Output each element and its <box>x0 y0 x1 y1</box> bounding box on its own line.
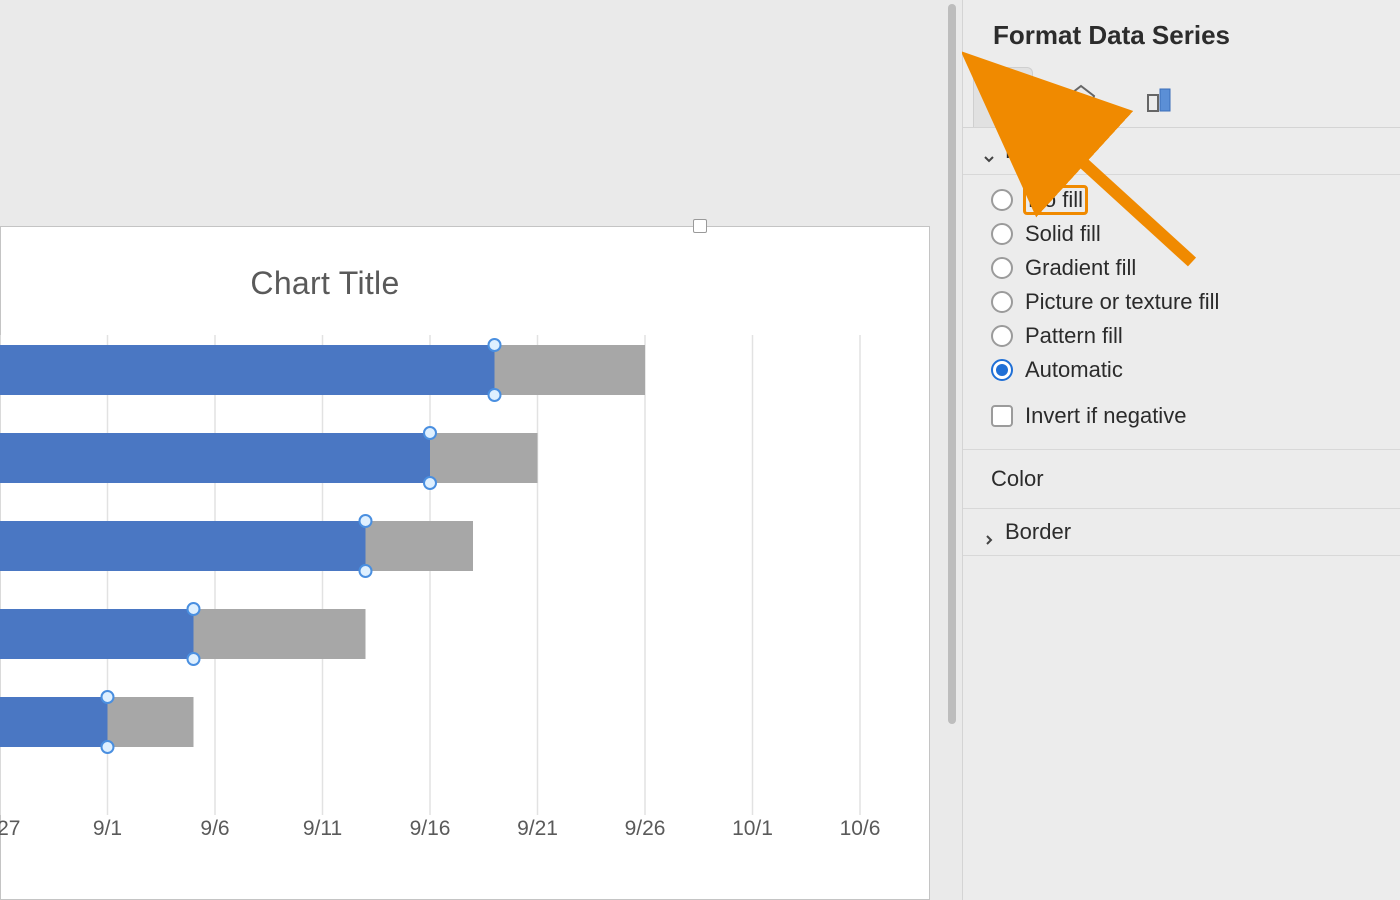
x-tick-label: 10/1 <box>732 817 773 840</box>
chevron-down-icon <box>983 145 995 157</box>
selection-handle[interactable] <box>102 741 114 753</box>
color-row[interactable]: Color <box>963 450 1400 509</box>
section-header-fill[interactable]: Fill <box>963 128 1400 175</box>
selection-handle[interactable] <box>188 603 200 615</box>
tab-fill-and-line[interactable] <box>973 67 1033 127</box>
tab-series-options[interactable] <box>1129 67 1189 127</box>
fill-option-gradient-fill[interactable]: Gradient fill <box>963 251 1400 285</box>
bar-series1[interactable] <box>0 345 495 395</box>
radio-icon <box>991 359 1013 381</box>
vertical-scrollbar-track[interactable] <box>940 0 962 900</box>
x-tick-label: 8/27 <box>0 817 20 840</box>
section-label-fill: Fill <box>1005 138 1033 164</box>
selection-handle[interactable] <box>360 565 372 577</box>
section-label-border: Border <box>1005 519 1071 545</box>
selection-handle[interactable] <box>360 515 372 527</box>
chart-resize-handle-top[interactable] <box>693 219 707 233</box>
fill-option-no-fill[interactable]: No fill <box>963 183 1400 217</box>
fill-option-label: Picture or texture fill <box>1025 289 1219 315</box>
panel-title: Format Data Series <box>963 0 1400 67</box>
fill-option-solid-fill[interactable]: Solid fill <box>963 217 1400 251</box>
x-tick-label: 9/11 <box>303 817 342 840</box>
paint-bucket-icon <box>986 81 1020 115</box>
selection-handle[interactable] <box>424 477 436 489</box>
selection-handle[interactable] <box>424 427 436 439</box>
selection-handle[interactable] <box>188 653 200 665</box>
selection-handle[interactable] <box>489 389 501 401</box>
bar-series1[interactable] <box>0 609 194 659</box>
radio-icon <box>991 189 1013 211</box>
fill-option-label: Pattern fill <box>1025 323 1123 349</box>
fill-option-label: Gradient fill <box>1025 255 1136 281</box>
selection-handle[interactable] <box>489 339 501 351</box>
radio-icon <box>991 223 1013 245</box>
chart-title[interactable]: Chart Title <box>0 265 650 302</box>
x-tick-label: 9/21 <box>517 817 558 840</box>
panel-tab-strip <box>963 67 1400 127</box>
color-label: Color <box>991 466 1044 491</box>
x-tick-label: 10/6 <box>840 817 881 840</box>
bar-series2[interactable] <box>194 609 366 659</box>
chart-plot-area[interactable]: 8/27 9/1 9/6 9/11 9/16 9/21 9/26 10/1 10/6 <box>0 335 920 895</box>
chevron-right-icon <box>983 526 995 538</box>
format-data-series-panel: Format Data Series F <box>962 0 1400 900</box>
bar-series1[interactable] <box>0 521 366 571</box>
bar-series2[interactable] <box>495 345 646 395</box>
tab-effects[interactable] <box>1051 67 1111 127</box>
fill-option-label: Solid fill <box>1025 221 1101 247</box>
radio-icon <box>991 257 1013 279</box>
vertical-scrollbar-thumb[interactable] <box>948 4 956 724</box>
section-header-border[interactable]: Border <box>963 509 1400 556</box>
fill-option-picture-fill[interactable]: Picture or texture fill <box>963 285 1400 319</box>
fill-section-body: No fill Solid fill Gradient fill Picture… <box>963 175 1400 450</box>
x-tick-label: 9/6 <box>200 817 229 840</box>
selection-handle[interactable] <box>102 691 114 703</box>
bar-series2[interactable] <box>366 521 474 571</box>
bar-series1[interactable] <box>0 697 108 747</box>
bar-series2[interactable] <box>108 697 194 747</box>
pentagon-icon <box>1064 81 1098 115</box>
invert-if-negative-checkbox[interactable]: Invert if negative <box>963 399 1400 433</box>
fill-option-label: No fill <box>1025 187 1086 213</box>
x-tick-label: 9/1 <box>93 817 122 840</box>
radio-icon <box>991 325 1013 347</box>
fill-option-label: Automatic <box>1025 357 1123 383</box>
x-tick-label: 9/16 <box>410 817 451 840</box>
fill-option-pattern-fill[interactable]: Pattern fill <box>963 319 1400 353</box>
checkbox-icon <box>991 405 1013 427</box>
x-tick-label: 9/26 <box>625 817 666 840</box>
invert-if-negative-label: Invert if negative <box>1025 403 1186 429</box>
fill-option-automatic[interactable]: Automatic <box>963 353 1400 387</box>
bar-chart-icon <box>1142 81 1176 115</box>
bar-series2[interactable] <box>430 433 538 483</box>
radio-icon <box>991 291 1013 313</box>
bar-series1[interactable] <box>0 433 430 483</box>
